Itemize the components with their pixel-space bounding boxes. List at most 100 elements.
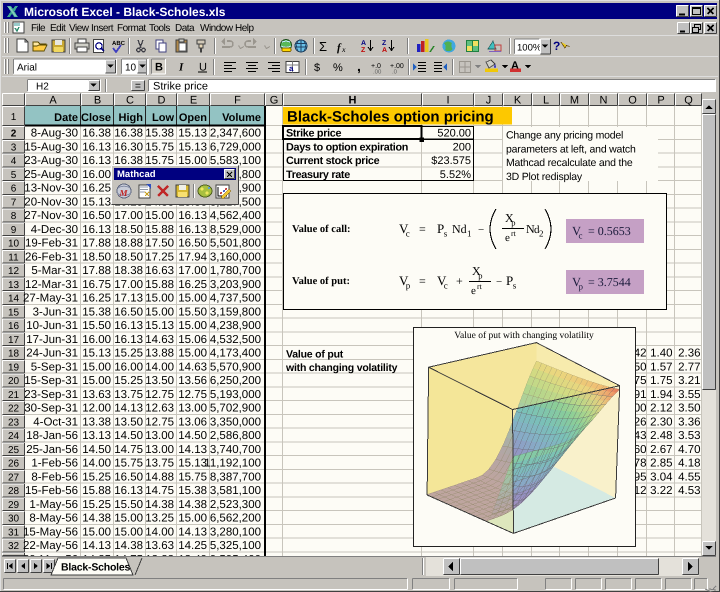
svg-text:16.13: 16.13 [178, 210, 207, 222]
svg-text:17.88: 17.88 [82, 238, 111, 250]
svg-text:16.13: 16.13 [114, 334, 143, 346]
svg-text:p: p [579, 282, 584, 292]
svg-text:5,570,900: 5,570,900 [210, 361, 261, 373]
svg-text:7: 7 [11, 197, 17, 208]
svg-text:16.13: 16.13 [114, 485, 143, 497]
svg-text:14: 14 [8, 294, 20, 305]
svg-text:3,160,000: 3,160,000 [210, 251, 261, 263]
svg-text:25-Jan-56: 25-Jan-56 [26, 444, 78, 456]
svg-text:13-Nov-30: 13-Nov-30 [24, 183, 78, 195]
svg-text:+: + [456, 274, 463, 288]
svg-text:13.25: 13.25 [145, 513, 174, 525]
svg-text:12-Mar-31: 12-Mar-31 [25, 279, 78, 291]
svg-text:Value of call:: Value of call: [292, 224, 351, 235]
svg-text:2.48: 2.48 [650, 430, 672, 442]
svg-text:1.57: 1.57 [650, 361, 672, 373]
svg-text:32: 32 [8, 541, 20, 552]
svg-text:G: G [270, 95, 279, 107]
svg-text:15-Sep-31: 15-Sep-31 [24, 375, 78, 387]
svg-text:15-May-56: 15-May-56 [23, 526, 78, 538]
svg-text:17.94: 17.94 [178, 251, 207, 263]
svg-text:15: 15 [8, 307, 20, 318]
svg-text:6,729,000: 6,729,000 [210, 141, 261, 153]
svg-text:15.25: 15.25 [114, 348, 143, 360]
svg-text:5,702,900: 5,702,900 [210, 403, 261, 415]
svg-text:4.70: 4.70 [678, 444, 700, 456]
svg-text:3.36: 3.36 [678, 416, 700, 428]
svg-text:=: = [419, 222, 426, 236]
svg-text:3D Plot redisplay: 3D Plot redisplay [506, 171, 583, 183]
svg-text:25: 25 [8, 445, 20, 456]
svg-text:16.50: 16.50 [114, 471, 143, 483]
svg-text:5.52%: 5.52% [440, 169, 471, 181]
svg-text:1: 1 [467, 229, 472, 239]
svg-text:14.13: 14.13 [178, 526, 207, 538]
svg-text:4,532,500: 4,532,500 [210, 334, 261, 346]
svg-text:e: e [505, 232, 510, 244]
svg-text:6,250,200: 6,250,200 [210, 375, 261, 387]
svg-text:E: E [190, 95, 197, 107]
svg-text:4: 4 [11, 156, 17, 167]
svg-text:18.50: 18.50 [114, 251, 143, 263]
svg-text:16.63: 16.63 [145, 265, 174, 277]
svg-text:20: 20 [8, 376, 20, 387]
svg-text:15.25: 15.25 [82, 499, 111, 511]
svg-text:13.38: 13.38 [82, 416, 111, 428]
svg-text:1,780,700: 1,780,700 [210, 265, 261, 277]
svg-text:13.50: 13.50 [145, 375, 174, 387]
svg-text:.0: .0 [392, 69, 398, 76]
svg-text:15.50: 15.50 [178, 306, 207, 318]
svg-text:30-Sep-31: 30-Sep-31 [24, 403, 78, 415]
svg-text:15.13: 15.13 [145, 320, 174, 332]
svg-text:x: x [341, 45, 346, 54]
svg-text:I: I [178, 62, 184, 74]
svg-text:A: A [49, 95, 57, 107]
svg-text:17.50: 17.50 [145, 238, 174, 250]
svg-text:File: File [31, 23, 46, 34]
svg-text:H: H [349, 95, 357, 107]
svg-text:15.00: 15.00 [114, 513, 143, 525]
svg-text:14.13: 14.13 [114, 403, 143, 415]
svg-text:6,562,200: 6,562,200 [210, 513, 261, 525]
svg-text:1-Feb-56: 1-Feb-56 [31, 458, 78, 470]
svg-text:3.22: 3.22 [650, 485, 672, 497]
svg-text:N: N [600, 95, 608, 107]
svg-text:D: D [158, 95, 166, 107]
svg-text:3,740,700: 3,740,700 [210, 444, 261, 456]
svg-text:13.75: 13.75 [145, 458, 174, 470]
svg-text:F: F [234, 95, 241, 107]
svg-text:16.50: 16.50 [82, 210, 111, 222]
svg-text:15.88: 15.88 [82, 485, 111, 497]
svg-text:C: C [126, 95, 134, 107]
svg-text:15.38: 15.38 [145, 128, 174, 140]
svg-text:Date: Date [54, 112, 78, 124]
svg-text:View: View [69, 23, 90, 34]
svg-text:A: A [361, 40, 366, 47]
svg-text:c: c [579, 231, 583, 241]
svg-text:8,387,700: 8,387,700 [210, 471, 261, 483]
svg-text:−: − [478, 224, 484, 236]
svg-text:14.13: 14.13 [178, 444, 207, 456]
svg-text:16.25: 16.25 [178, 279, 207, 291]
svg-text:L: L [543, 95, 549, 107]
svg-text:2.30: 2.30 [650, 416, 672, 428]
svg-text:.00: .00 [373, 69, 382, 76]
svg-text:2,523,300: 2,523,300 [210, 499, 261, 511]
svg-text:16.13: 16.13 [82, 141, 111, 153]
svg-text:−: − [496, 276, 502, 288]
svg-text:13.75: 13.75 [114, 389, 143, 401]
svg-text:2,586,800: 2,586,800 [210, 430, 261, 442]
svg-text:parameters at left, and watch: parameters at left, and watch [506, 143, 636, 155]
svg-text:2.85: 2.85 [650, 458, 672, 470]
svg-text:1.40: 1.40 [650, 348, 672, 360]
svg-text:Data: Data [175, 23, 195, 34]
svg-text:4.55: 4.55 [678, 471, 700, 483]
svg-text:15.13: 15.13 [178, 128, 207, 140]
svg-text:16: 16 [8, 321, 20, 332]
svg-text:=: = [419, 274, 426, 288]
svg-text:15.13: 15.13 [82, 196, 111, 208]
svg-text:29: 29 [8, 500, 20, 511]
svg-text:13.13: 13.13 [82, 430, 111, 442]
svg-text:15.38: 15.38 [178, 485, 207, 497]
svg-text:15.00: 15.00 [145, 306, 174, 318]
